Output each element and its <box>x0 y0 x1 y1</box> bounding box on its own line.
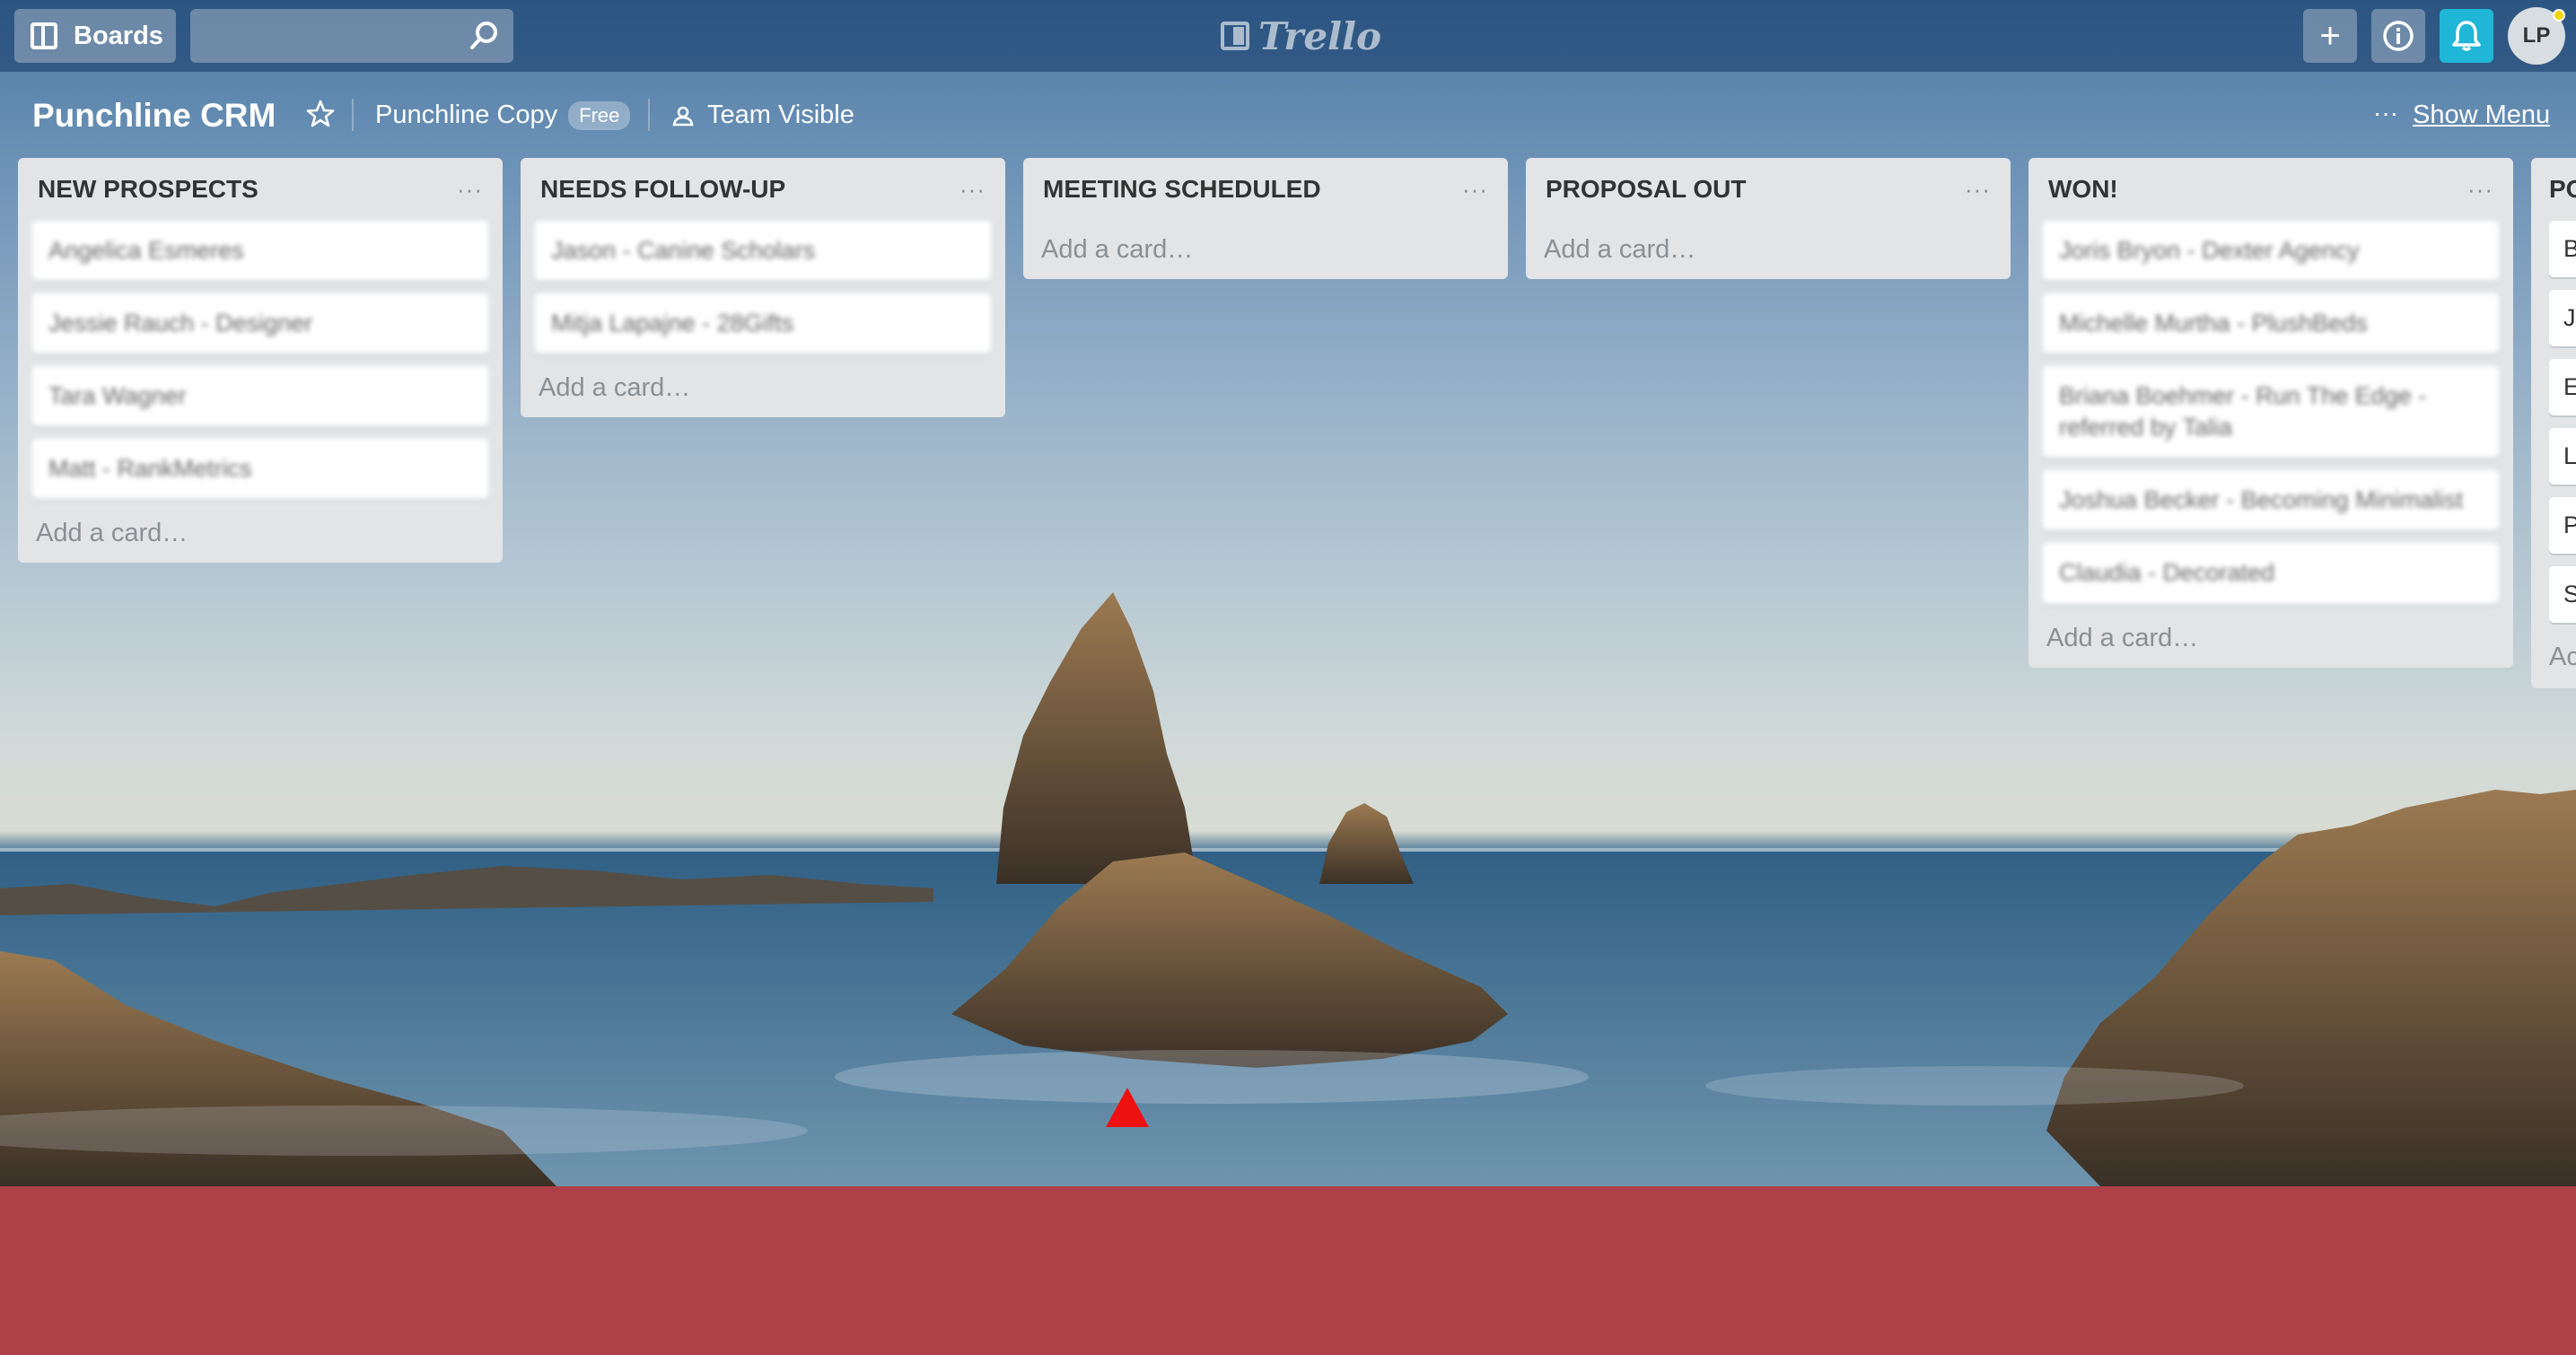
list-partial-offscreen: PO B Jo E L P S Ac <box>2531 158 2576 688</box>
bell-icon <box>2452 21 2481 51</box>
list-card[interactable]: P <box>2549 497 2576 554</box>
plus-icon: + <box>2319 15 2341 56</box>
visibility-button[interactable]: Team Visible <box>671 101 854 130</box>
list-card[interactable]: Mitja Lapajne - 28Gifts <box>535 293 991 354</box>
menu-dots-icon[interactable]: ··· <box>2373 99 2398 127</box>
top-header: Boards Trello + LP <box>0 0 2576 72</box>
list-card[interactable]: Matt - RankMetrics <box>32 439 488 500</box>
list-menu-icon[interactable]: ··· <box>457 176 483 204</box>
info-button[interactable] <box>2371 9 2425 63</box>
boards-button[interactable]: Boards <box>14 9 176 63</box>
add-card-button[interactable]: Add a card… <box>1540 235 1996 265</box>
team-visible-icon <box>672 106 694 126</box>
list-card[interactable]: Angelica Esmeres <box>32 221 488 282</box>
search-icon[interactable] <box>469 20 501 52</box>
list-title[interactable]: PO <box>2549 170 2576 208</box>
list-card[interactable]: L <box>2549 428 2576 485</box>
list-card[interactable]: Jason - Canine Scholars <box>535 221 991 282</box>
boards-label: Boards <box>74 21 163 50</box>
red-marker-icon <box>1106 1088 1149 1127</box>
list-card[interactable]: Tara Wagner <box>32 366 488 427</box>
add-card-button[interactable]: Add a card… <box>32 519 488 548</box>
team-name: Punchline Copy <box>375 101 558 129</box>
list-new-prospects: NEW PROSPECTS ··· Angelica Esmeres Jessi… <box>18 158 503 564</box>
list-card[interactable]: E <box>2549 359 2576 415</box>
team-button[interactable]: Punchline Copy Free <box>375 101 631 130</box>
list-header: NEEDS FOLLOW-UP ··· <box>535 170 991 208</box>
list-card[interactable]: Jessie Rauch - Designer <box>32 293 488 354</box>
list-card[interactable]: B <box>2549 221 2576 277</box>
list-header: MEETING SCHEDULED ··· <box>1038 170 1494 208</box>
list-menu-icon[interactable]: ··· <box>959 176 986 204</box>
show-menu-link[interactable]: Show Menu <box>2413 101 2550 130</box>
list-card[interactable]: Jo <box>2549 290 2576 346</box>
visibility-label: Team Visible <box>707 101 854 129</box>
notifications-button[interactable] <box>2440 9 2493 63</box>
list-menu-icon[interactable]: ··· <box>1965 176 1991 204</box>
trello-logo[interactable]: Trello <box>1221 11 1381 61</box>
list-header: NEW PROSPECTS ··· <box>32 170 488 208</box>
list-card[interactable]: Joshua Becker - Becoming Minimalist <box>2043 470 2499 531</box>
list-menu-icon[interactable]: ··· <box>2467 176 2493 204</box>
list-card[interactable]: Joris Bryon - Dexter Agency <box>2043 221 2499 282</box>
list-proposal-out: PROPOSAL OUT ··· Add a card… <box>1526 158 2011 279</box>
add-card-button[interactable]: Ac <box>2549 643 2576 672</box>
info-icon <box>2383 21 2414 51</box>
bottom-band <box>0 1186 2576 1355</box>
create-button[interactable]: + <box>2303 9 2357 63</box>
list-title[interactable]: NEW PROSPECTS <box>38 175 258 204</box>
list-card[interactable]: Claudia - Decorated <box>2043 543 2499 604</box>
list-needs-follow-up: NEEDS FOLLOW-UP ··· Jason - Canine Schol… <box>521 158 1005 418</box>
list-won: WON! ··· Joris Bryon - Dexter Agency Mic… <box>2028 158 2513 668</box>
list-meeting-scheduled: MEETING SCHEDULED ··· Add a card… <box>1023 158 1508 279</box>
list-header: WON! ··· <box>2043 170 2499 208</box>
add-card-button[interactable]: Add a card… <box>535 373 991 403</box>
star-icon[interactable] <box>305 99 336 129</box>
list-title[interactable]: PROPOSAL OUT <box>1546 175 1747 204</box>
add-card-button[interactable]: Add a card… <box>2043 624 2499 653</box>
list-menu-icon[interactable]: ··· <box>1462 176 1488 204</box>
list-title[interactable]: MEETING SCHEDULED <box>1043 175 1321 204</box>
boards-icon <box>31 22 57 49</box>
list-title[interactable]: WON! <box>2048 175 2118 204</box>
plan-badge: Free <box>568 101 631 130</box>
header-divider <box>352 99 354 131</box>
list-card[interactable]: Briana Boehmer - Run The Edge - referred… <box>2043 366 2499 459</box>
avatar-initials: LP <box>2522 23 2551 48</box>
board-title[interactable]: Punchline CRM <box>32 97 276 135</box>
list-card[interactable]: Michelle Murtha - PlushBeds <box>2043 293 2499 354</box>
header-divider <box>648 99 650 131</box>
list-header: PROPOSAL OUT ··· <box>1540 170 1996 208</box>
list-card[interactable]: S <box>2549 566 2576 623</box>
avatar-status-dot <box>2553 9 2565 22</box>
trello-logo-icon <box>1221 22 1249 50</box>
avatar[interactable]: LP <box>2508 7 2565 65</box>
list-title[interactable]: NEEDS FOLLOW-UP <box>540 175 785 204</box>
logo-text: Trello <box>1258 13 1381 58</box>
search-input[interactable] <box>190 9 513 63</box>
add-card-button[interactable]: Add a card… <box>1038 235 1494 265</box>
